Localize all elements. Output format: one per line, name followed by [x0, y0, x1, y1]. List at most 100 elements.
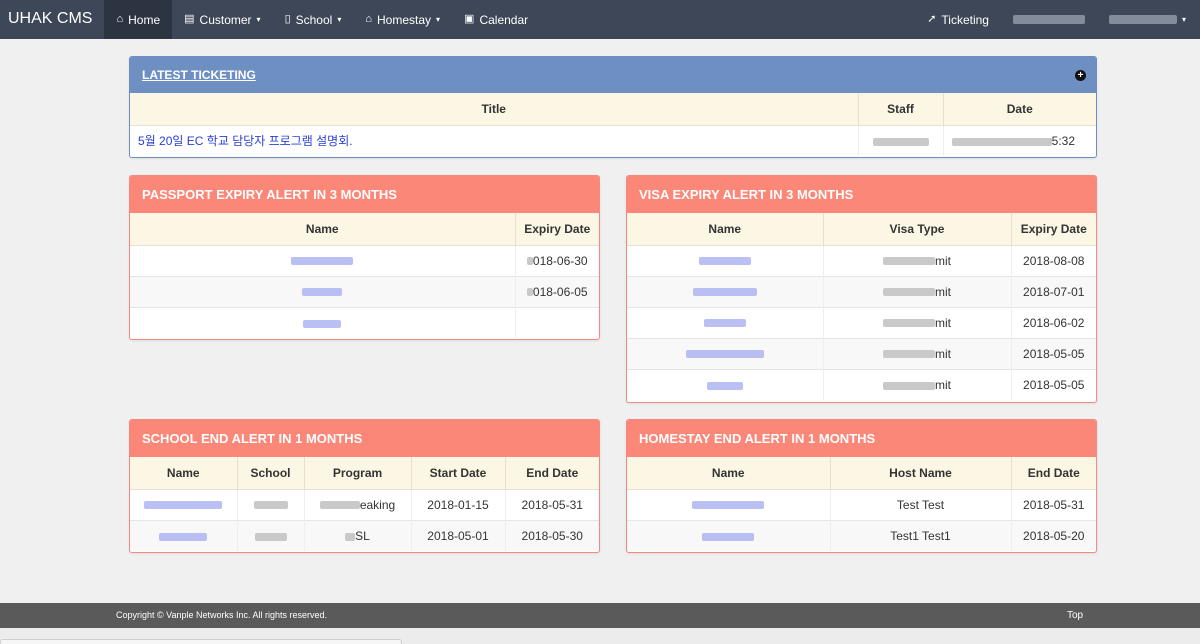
column-header[interactable]: Start Date [411, 457, 506, 490]
visa-expiry-table: Name Visa Type Expiry Date mit 2018-08-0… [627, 213, 1096, 400]
blurred-visa-type [883, 319, 935, 328]
blurred-program [319, 501, 360, 510]
page-footer: Copyright © Vanple Networks Inc. All rig… [0, 603, 1200, 628]
building-icon: ▯ [284, 13, 291, 25]
end-date-cell: 2018-05-30 [505, 519, 599, 551]
table-row: mit 2018-05-05 [627, 337, 1096, 369]
ticket-title-link[interactable]: 5월 20일 EC 학교 담당자 프로그램 설명회. [130, 124, 859, 156]
nav-user-menu[interactable] [1001, 0, 1099, 39]
column-header[interactable]: Expiry Date [515, 213, 599, 246]
blurred-school [254, 532, 287, 541]
visa-type-cell: mit [823, 337, 1012, 369]
latest-ticketing-header: LATEST TICKETING + [130, 57, 1096, 93]
table-row: mit 2018-06-02 [627, 306, 1096, 338]
nav-homestay-label: Homestay [377, 12, 432, 27]
column-header[interactable]: Date [943, 93, 1096, 126]
column-header[interactable]: Name [627, 457, 831, 490]
column-header[interactable]: Name [130, 213, 516, 246]
nav-calendar[interactable]: ▣ Calendar [452, 0, 540, 39]
blurred-name-link[interactable] [698, 257, 751, 266]
expiry-date-cell: 018-06-30 [515, 244, 599, 276]
school-cell [237, 519, 305, 551]
ticket-staff-cell [858, 124, 944, 156]
nav-ticketing-label: Ticketing [941, 12, 989, 27]
start-date-cell: 2018-01-15 [411, 488, 506, 520]
passport-expiry-header: PASSPORT EXPIRY ALERT IN 3 MONTHS [130, 176, 599, 213]
blurred-name-link[interactable] [159, 532, 208, 541]
blurred-name-link[interactable] [291, 257, 354, 266]
copyright-text: Copyright © Vanple Networks Inc. All rig… [116, 610, 328, 620]
column-header[interactable]: End Date [505, 457, 599, 490]
homestay-end-table: Name Host Name End Date Test Test 2018-0… [627, 457, 1096, 551]
column-header[interactable]: Host Name [830, 457, 1012, 490]
latest-ticketing-title[interactable]: LATEST TICKETING [142, 68, 256, 82]
name-cell [627, 275, 824, 307]
house-icon: ⌂ [365, 13, 372, 25]
name-cell [130, 519, 238, 551]
name-cell [627, 337, 824, 369]
expiry-date-text: 018-06-05 [532, 284, 588, 299]
expiry-date-cell: 2018-06-02 [1011, 306, 1096, 338]
school-end-header: SCHOOL END ALERT IN 1 MONTHS [130, 420, 599, 457]
expand-plus-icon[interactable]: + [1075, 69, 1086, 81]
host-name-cell: Test Test [830, 488, 1012, 520]
chevron-down-icon: ▾ [436, 15, 441, 24]
home-icon: ⌂ [116, 13, 124, 25]
start-date-cell: 2018-05-01 [411, 519, 506, 551]
name-cell [627, 519, 831, 551]
column-header[interactable]: Title [130, 93, 859, 126]
top-navbar: UHAK CMS ⌂ Home ▤ Customer ▾ ▯ School ▾ … [0, 0, 1200, 39]
blurred-name-link[interactable] [703, 319, 746, 328]
column-header[interactable]: School [237, 457, 305, 490]
visa-type-text: mit [935, 284, 951, 299]
name-cell [130, 306, 516, 338]
table-row: Test Test 2018-05-31 [627, 488, 1096, 520]
blurred-name-link[interactable] [685, 350, 764, 359]
blurred-name-link[interactable] [692, 288, 757, 297]
nav-school[interactable]: ▯ School ▾ [273, 0, 354, 39]
table-row: 018-06-05 [130, 275, 599, 307]
table-row [130, 306, 599, 338]
program-cell: SL [304, 519, 412, 551]
column-header[interactable]: End Date [1011, 457, 1096, 490]
nav-ticketing[interactable]: ➚ Ticketing [915, 0, 1001, 39]
expiry-date-text: 018-06-30 [532, 253, 588, 268]
nav-home[interactable]: ⌂ Home [104, 0, 173, 39]
expiry-date-cell [515, 306, 599, 338]
school-end-panel: SCHOOL END ALERT IN 1 MONTHS Name School… [129, 419, 600, 553]
column-header[interactable]: Name [627, 213, 824, 246]
nav-customer-label: Customer [199, 12, 252, 27]
blurred-visa-type [883, 288, 935, 297]
column-header[interactable]: Visa Type [823, 213, 1012, 246]
chevron-down-icon: ▾ [256, 15, 261, 24]
blurred-name-link[interactable] [702, 532, 755, 541]
blurred-name-link[interactable] [144, 501, 223, 510]
column-header[interactable]: Expiry Date [1011, 213, 1096, 246]
name-cell [627, 368, 824, 400]
status-url-bubble [0, 639, 402, 644]
blurred-name-link[interactable] [692, 501, 765, 510]
nav-homestay[interactable]: ⌂ Homestay ▾ [353, 0, 452, 39]
blurred-name-link[interactable] [706, 381, 743, 390]
column-header[interactable]: Name [130, 457, 238, 490]
column-header[interactable]: Staff [858, 93, 944, 126]
blurred-visa-type [883, 257, 935, 266]
back-to-top-link[interactable]: Top [1067, 610, 1083, 621]
homestay-end-header: HOMESTAY END ALERT IN 1 MONTHS [627, 420, 1096, 457]
brand-logo[interactable]: UHAK CMS [0, 0, 104, 39]
column-header[interactable]: Program [304, 457, 412, 490]
table-row: mit 2018-08-08 [627, 244, 1096, 276]
end-date-cell: 2018-05-31 [505, 488, 599, 520]
id-card-icon: ▤ [184, 13, 195, 25]
visa-type-cell: mit [823, 244, 1012, 276]
nav-customer[interactable]: ▤ Customer ▾ [172, 0, 272, 39]
table-row: SL 2018-05-01 2018-05-30 [130, 519, 599, 551]
nav-account-menu[interactable]: ▾ [1099, 0, 1200, 39]
program-cell: eaking [304, 488, 412, 520]
blurred-name-link[interactable] [302, 288, 343, 297]
nav-school-label: School [295, 12, 333, 27]
visa-type-cell: mit [823, 368, 1012, 400]
blurred-name-link[interactable] [303, 319, 342, 328]
blurred-visa-type [883, 350, 935, 359]
blurred-user-name [1012, 15, 1085, 24]
